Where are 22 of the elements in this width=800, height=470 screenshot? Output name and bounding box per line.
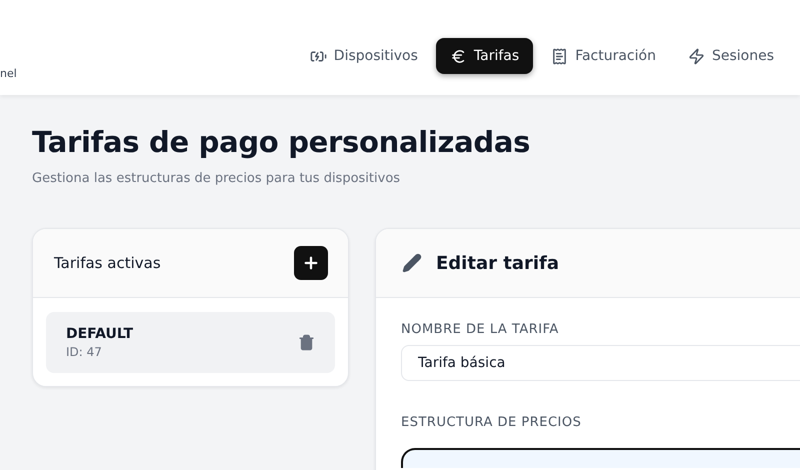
add-button[interactable]	[294, 246, 328, 280]
pencil-icon	[402, 253, 422, 273]
nav-tab[interactable]: Sesiones	[674, 38, 788, 74]
tariff-item[interactable]: DEFAULT ID: 47	[46, 312, 335, 373]
page-subtitle: Gestiona las estructuras de precios para tus dispositivos	[32, 171, 402, 186]
brand-text: nel	[0, 67, 17, 80]
page-title: Tarifas de pago personalizadas	[32, 125, 532, 159]
nav-tab[interactable]: Facturación	[537, 38, 670, 74]
tariff-name: DEFAULT	[66, 326, 134, 342]
field-label: NOMBRE DE LA TARIFA	[401, 322, 560, 337]
name-input[interactable]: Tarifa básica	[401, 345, 800, 381]
card-title: Tarifas activas	[54, 254, 161, 272]
section-label: ESTRUCTURA DE PRECIOS	[401, 415, 582, 430]
nav-tab[interactable]: Dispositivos	[296, 38, 432, 74]
tariff-id: ID: 47	[66, 345, 103, 359]
plus-icon	[302, 254, 320, 272]
receipt-icon	[551, 48, 568, 64]
lightning-icon	[688, 48, 705, 64]
card-title: Editar tarifa	[436, 252, 560, 274]
nav-tab[interactable]: Tarifas	[436, 38, 534, 74]
euro-icon	[450, 48, 467, 64]
delete-icon[interactable]	[298, 334, 315, 351]
